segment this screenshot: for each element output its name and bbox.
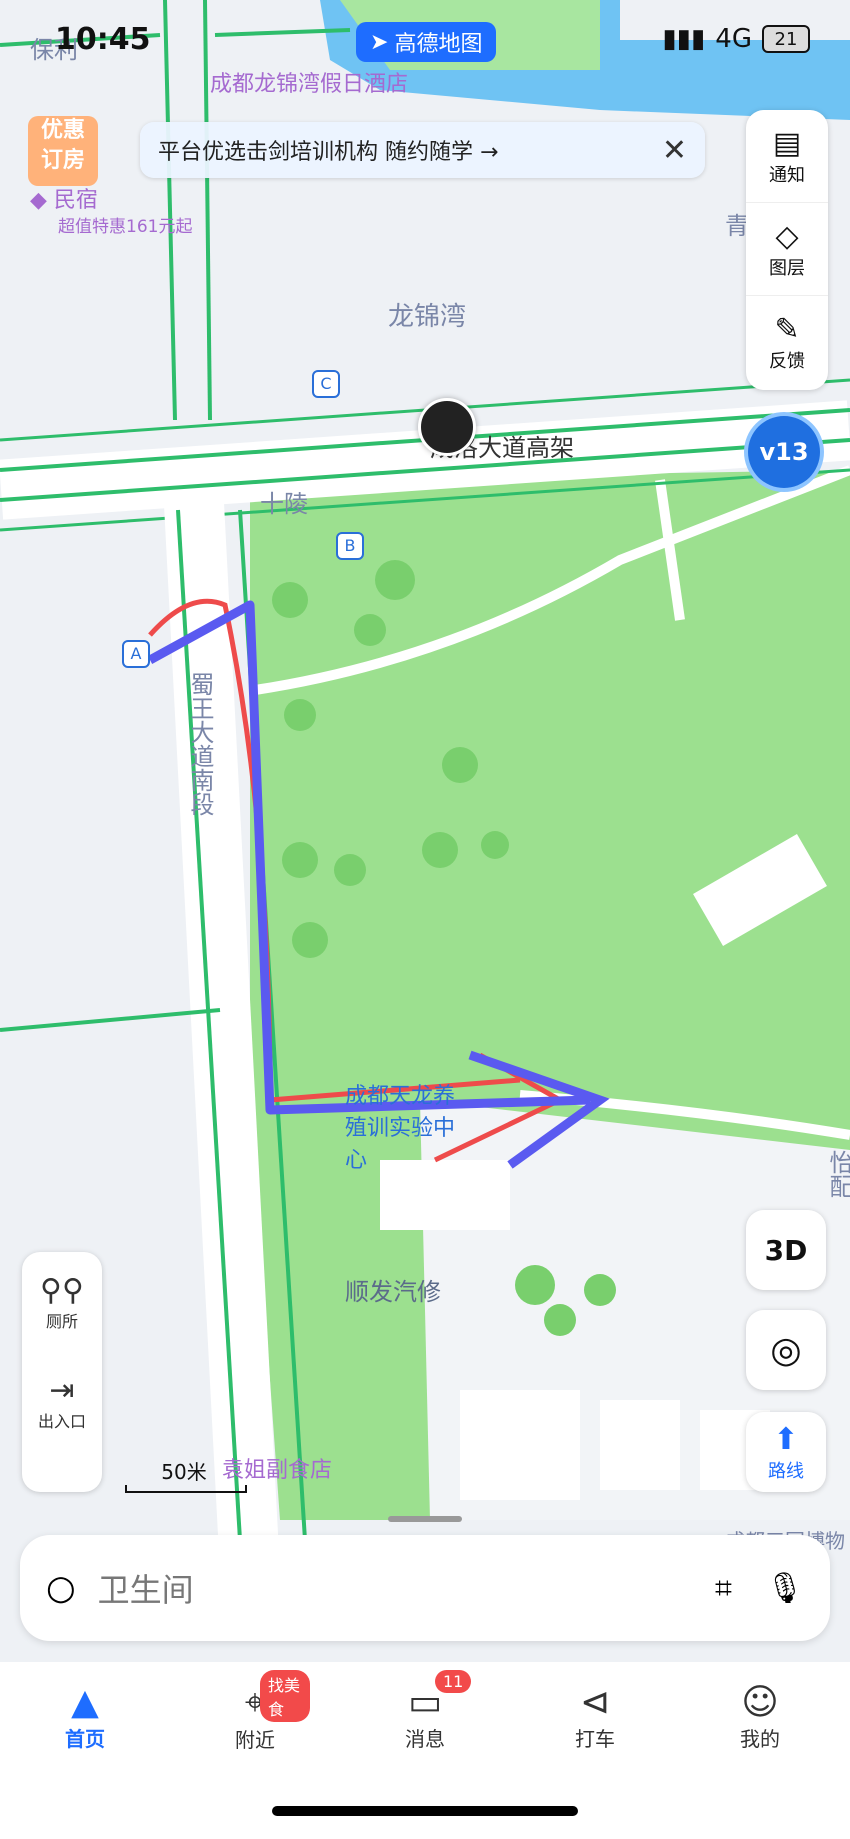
notice-icon: ▤: [772, 125, 802, 161]
lodging-label[interactable]: ◆ 民宿: [30, 182, 98, 214]
notice-button[interactable]: ▤ 通知: [746, 110, 828, 203]
close-icon[interactable]: ✕: [662, 133, 687, 168]
app-pill[interactable]: ➤ 高德地图: [356, 22, 497, 62]
microphone-icon[interactable]: 🎙: [766, 1571, 804, 1606]
search-bar[interactable]: ○ 卫生间 ⌗ 🎙: [20, 1535, 830, 1641]
toilet-button[interactable]: ⚲⚲ 厕所: [22, 1252, 102, 1352]
stop-c-marker[interactable]: C: [312, 370, 340, 398]
tab-nearby[interactable]: ⌖ 附近 找美食: [200, 1670, 310, 1753]
sheet-handle[interactable]: [388, 1516, 462, 1522]
tab-profile[interactable]: ☺ 我的: [705, 1682, 815, 1752]
user-location-avatar[interactable]: [418, 398, 476, 456]
home-icon: ▲: [71, 1682, 99, 1723]
lodging-pin-icon: ◆: [30, 188, 47, 213]
stop-a-marker[interactable]: A: [122, 640, 150, 668]
center-label[interactable]: 成都天龙养殖训实验中心: [345, 1078, 465, 1174]
app-name: 高德地图: [394, 32, 483, 57]
entrance-button[interactable]: ⇥ 出入口: [22, 1352, 102, 1452]
level-badge[interactable]: v13: [748, 416, 820, 488]
hotel-label[interactable]: 成都龙锦湾假日酒店: [210, 66, 408, 98]
scan-icon[interactable]: ⌗: [715, 1571, 732, 1606]
navigation-arrow-icon: ➤: [370, 29, 389, 55]
partial-right-label: 怡配: [825, 1150, 850, 1198]
profile-icon: ☺: [741, 1682, 779, 1723]
locate-button[interactable]: ◎: [746, 1310, 826, 1390]
status-right: ▮▮▮ 4G 21: [662, 24, 810, 54]
promo-badge[interactable]: 优惠 订房: [28, 116, 98, 186]
locate-icon: ◎: [770, 1329, 802, 1371]
feedback-icon: ✎: [774, 311, 800, 347]
entrance-icon: ⇥: [49, 1372, 75, 1408]
tab-taxi[interactable]: ⊲ 打车: [540, 1682, 650, 1752]
nearby-badge: 找美食: [260, 1670, 310, 1722]
tab-messages[interactable]: ▭ 消息 11: [370, 1670, 480, 1752]
stop-b-marker[interactable]: B: [336, 532, 364, 560]
tab-home[interactable]: ▲ 首页: [30, 1682, 140, 1752]
repair-label[interactable]: 顺发汽修: [345, 1272, 441, 1307]
deal-text: 超值特惠161元起: [58, 217, 193, 237]
route-arrow-icon: ⬆: [773, 1421, 799, 1457]
status-time: 10:45: [55, 22, 151, 57]
toilet-icon: ⚲⚲: [40, 1272, 84, 1308]
area-label: 龙锦湾: [388, 302, 467, 332]
banner-text[interactable]: 平台优选击剑培训机构 随约随学 →: [158, 134, 662, 166]
search-input[interactable]: 卫生间: [98, 1565, 715, 1611]
network-label: 4G: [715, 24, 752, 54]
feedback-button[interactable]: ✎ 反馈: [746, 296, 828, 388]
promo-banner[interactable]: 平台优选击剑培训机构 随约随学 → ✕: [140, 122, 705, 178]
3d-button[interactable]: 3D: [746, 1210, 826, 1290]
message-badge: 11: [435, 1670, 472, 1693]
left-toolbar: ⚲⚲ 厕所 ⇥ 出入口: [22, 1252, 102, 1492]
route-button[interactable]: ⬆ 路线: [746, 1412, 826, 1492]
layers-button[interactable]: ◇ 图层: [746, 203, 828, 296]
scale-bar: 50米: [125, 1456, 247, 1493]
search-icon: ○: [46, 1568, 76, 1608]
battery-icon: 21: [762, 25, 810, 53]
home-indicator: [272, 1806, 578, 1816]
layers-icon: ◇: [775, 218, 799, 254]
right-toolbar: ▤ 通知 ◇ 图层 ✎ 反馈: [746, 110, 828, 390]
road-label: 蜀王大道南段: [186, 672, 214, 816]
taxi-icon: ⊲: [579, 1682, 611, 1723]
station-label[interactable]: 十陵: [260, 484, 308, 519]
signal-icon: ▮▮▮: [662, 24, 706, 54]
